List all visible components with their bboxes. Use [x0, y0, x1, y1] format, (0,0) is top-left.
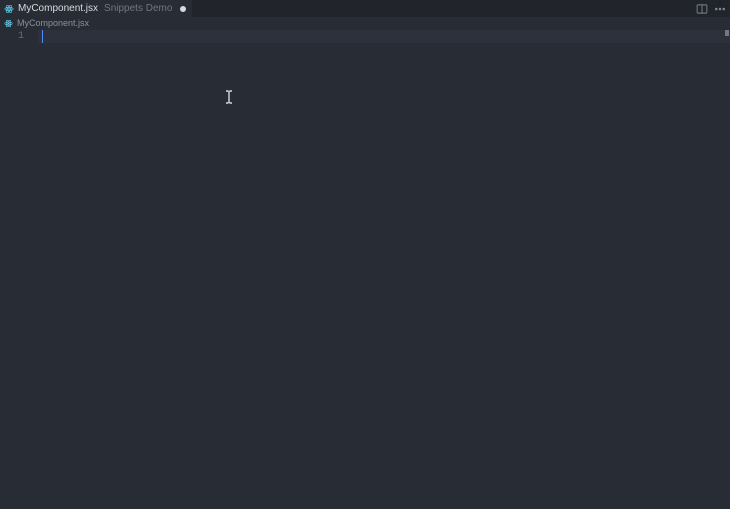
- tab-subtitle: Snippets Demo: [104, 3, 172, 14]
- code-content[interactable]: [38, 29, 716, 509]
- tab-dirty-indicator-icon[interactable]: [180, 6, 186, 12]
- tab-actions: [696, 0, 726, 17]
- split-editor-icon[interactable]: [696, 3, 708, 15]
- react-file-icon: [4, 4, 14, 14]
- breadcrumb-file: MyComponent.jsx: [17, 18, 89, 28]
- tab-active[interactable]: MyComponent.jsx Snippets Demo: [0, 0, 192, 17]
- more-actions-icon[interactable]: [714, 3, 726, 15]
- text-cursor: [42, 30, 43, 43]
- editor-area[interactable]: 1: [0, 29, 730, 509]
- breadcrumb-bar[interactable]: MyComponent.jsx: [0, 17, 730, 29]
- line-number: 1: [0, 30, 24, 43]
- current-line-highlight: [38, 30, 730, 43]
- react-file-icon: [4, 19, 13, 28]
- line-number-gutter: 1: [0, 29, 38, 509]
- tab-title: MyComponent.jsx: [18, 3, 98, 14]
- scrollbar-vertical[interactable]: [718, 29, 730, 509]
- tab-bar: MyComponent.jsx Snippets Demo: [0, 0, 730, 17]
